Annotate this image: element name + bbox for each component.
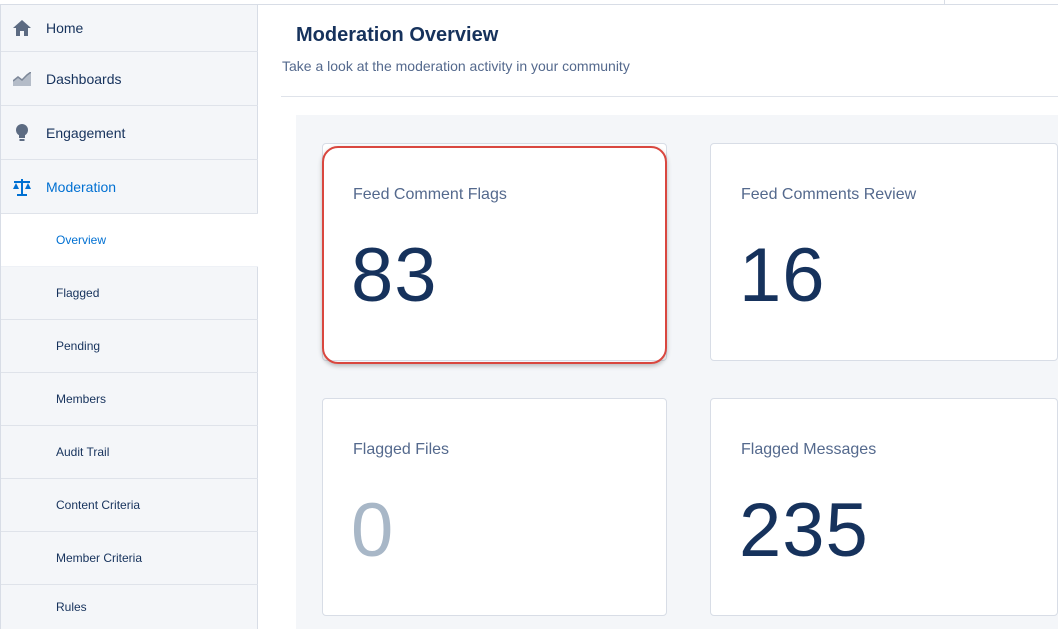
sidebar: Home Dashboards Engagement Moderation Ov… (0, 5, 258, 629)
sidebar-item-label: Moderation (46, 178, 117, 195)
sidebar-subitem-overview[interactable]: Overview (1, 214, 258, 267)
card-label: Flagged Files (353, 441, 450, 458)
sidebar-subitem-label: Pending (56, 339, 101, 353)
sidebar-item-dashboards[interactable]: Dashboards (1, 52, 258, 106)
sidebar-subitem-members[interactable]: Members (1, 373, 258, 426)
card-flagged-messages[interactable]: Flagged Messages 235 (710, 398, 1058, 616)
home-icon (12, 18, 32, 38)
chart-icon (12, 69, 32, 89)
sidebar-subitem-flagged[interactable]: Flagged (1, 267, 258, 320)
card-label: Flagged Messages (741, 441, 877, 458)
card-value: 235 (739, 488, 869, 573)
sidebar-item-home[interactable]: Home (1, 5, 258, 52)
card-flagged-files[interactable]: Flagged Files 0 (322, 398, 667, 616)
scales-icon (12, 177, 32, 197)
card-feed-comments-review[interactable]: Feed Comments Review 16 (710, 143, 1058, 361)
card-label: Feed Comments Review (741, 186, 917, 203)
sidebar-subitem-label: Overview (56, 233, 107, 247)
sidebar-subitem-member-criteria[interactable]: Member Criteria (1, 532, 258, 585)
page-title: Moderation Overview (296, 24, 499, 46)
app-window: Home Dashboards Engagement Moderation Ov… (0, 0, 1058, 629)
sidebar-subitem-content-criteria[interactable]: Content Criteria (1, 479, 258, 532)
top-divider (944, 0, 945, 5)
sidebar-item-moderation[interactable]: Moderation (1, 160, 258, 214)
page-subtitle: Take a look at the moderation activity i… (282, 58, 630, 74)
sidebar-subitem-audit-trail[interactable]: Audit Trail (1, 426, 258, 479)
sidebar-subitem-label: Members (56, 392, 107, 406)
card-value: 0 (351, 488, 395, 573)
sidebar-subitem-label: Rules (56, 600, 87, 614)
sidebar-item-engagement[interactable]: Engagement (1, 106, 258, 160)
sidebar-subitem-pending[interactable]: Pending (1, 320, 258, 373)
card-value: 83 (351, 233, 438, 318)
sidebar-subitem-label: Member Criteria (56, 551, 143, 565)
sidebar-item-label: Home (46, 20, 84, 36)
sidebar-item-label: Dashboards (46, 70, 122, 87)
sidebar-subitem-label: Audit Trail (56, 445, 110, 459)
lightbulb-icon (12, 123, 32, 143)
header-divider (281, 96, 1058, 97)
card-feed-comment-flags[interactable]: Feed Comment Flags 83 (322, 143, 667, 361)
sidebar-subitem-label: Content Criteria (56, 498, 141, 512)
sidebar-item-label: Engagement (46, 124, 126, 141)
card-value: 16 (739, 233, 826, 318)
sidebar-subitem-rules[interactable]: Rules (1, 585, 258, 629)
card-label: Feed Comment Flags (353, 186, 507, 203)
sidebar-subitem-label: Flagged (56, 286, 100, 300)
